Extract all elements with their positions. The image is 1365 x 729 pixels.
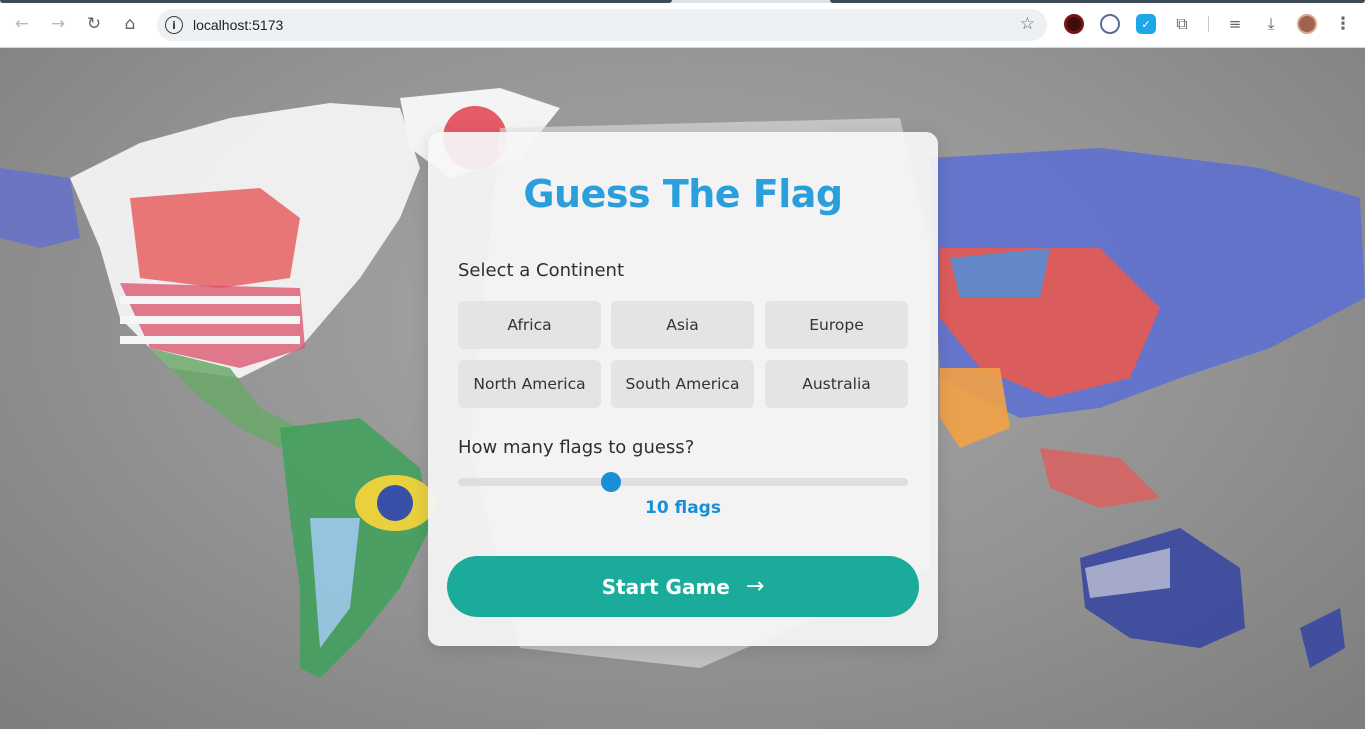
continent-button-africa[interactable]: Africa — [458, 301, 601, 349]
continent-button-asia[interactable]: Asia — [611, 301, 754, 349]
extension-red-icon[interactable] — [1064, 14, 1084, 34]
address-bar[interactable]: i localhost:5173 ☆ — [157, 9, 1047, 41]
extension-check-icon[interactable]: ✓ — [1136, 14, 1156, 34]
media-control-icon[interactable]: ≡ — [1225, 14, 1245, 34]
continent-button-europe[interactable]: Europe — [765, 301, 908, 349]
start-game-button[interactable]: Start Game → — [447, 556, 919, 617]
puzzle-icon[interactable]: ⧉ — [1172, 14, 1192, 34]
reload-icon[interactable]: ↻ — [82, 12, 106, 36]
extension-blue-icon[interactable] — [1100, 14, 1120, 34]
profile-avatar[interactable] — [1297, 14, 1317, 34]
flag-count-slider[interactable] — [458, 472, 908, 492]
flag-count-value: 10 flags — [645, 498, 721, 518]
kebab-menu-icon[interactable]: ⋮ — [1333, 14, 1353, 34]
continent-label: Select a Continent — [458, 260, 624, 281]
game-title: Guess The Flag — [523, 172, 843, 216]
continent-button-south-america[interactable]: South America — [611, 360, 754, 408]
url-text[interactable]: localhost:5173 — [193, 17, 283, 33]
browser-toolbar: ← → ↻ ⌂ i localhost:5173 ☆ ✓ ⧉ ≡ ⤓ ⋮ — [0, 0, 1365, 48]
slider-thumb[interactable] — [601, 472, 621, 492]
continent-button-australia[interactable]: Australia — [765, 360, 908, 408]
continent-button-north-america[interactable]: North America — [458, 360, 601, 408]
download-icon[interactable]: ⤓ — [1261, 14, 1281, 34]
toolbar-divider — [1208, 16, 1209, 32]
flag-count-label: How many flags to guess? — [458, 437, 695, 458]
back-icon[interactable]: ← — [10, 12, 34, 36]
tab-edge-right — [830, 0, 1365, 3]
forward-icon[interactable]: → — [46, 12, 70, 36]
home-icon[interactable]: ⌂ — [118, 12, 142, 36]
star-icon[interactable]: ☆ — [1020, 14, 1035, 34]
start-game-label: Start Game — [601, 574, 730, 599]
arrow-right-icon: → — [745, 574, 765, 599]
tab-edge-left — [0, 0, 672, 3]
game-setup-card: Guess The Flag Select a Continent Africa… — [428, 132, 938, 646]
info-icon[interactable]: i — [165, 16, 183, 34]
